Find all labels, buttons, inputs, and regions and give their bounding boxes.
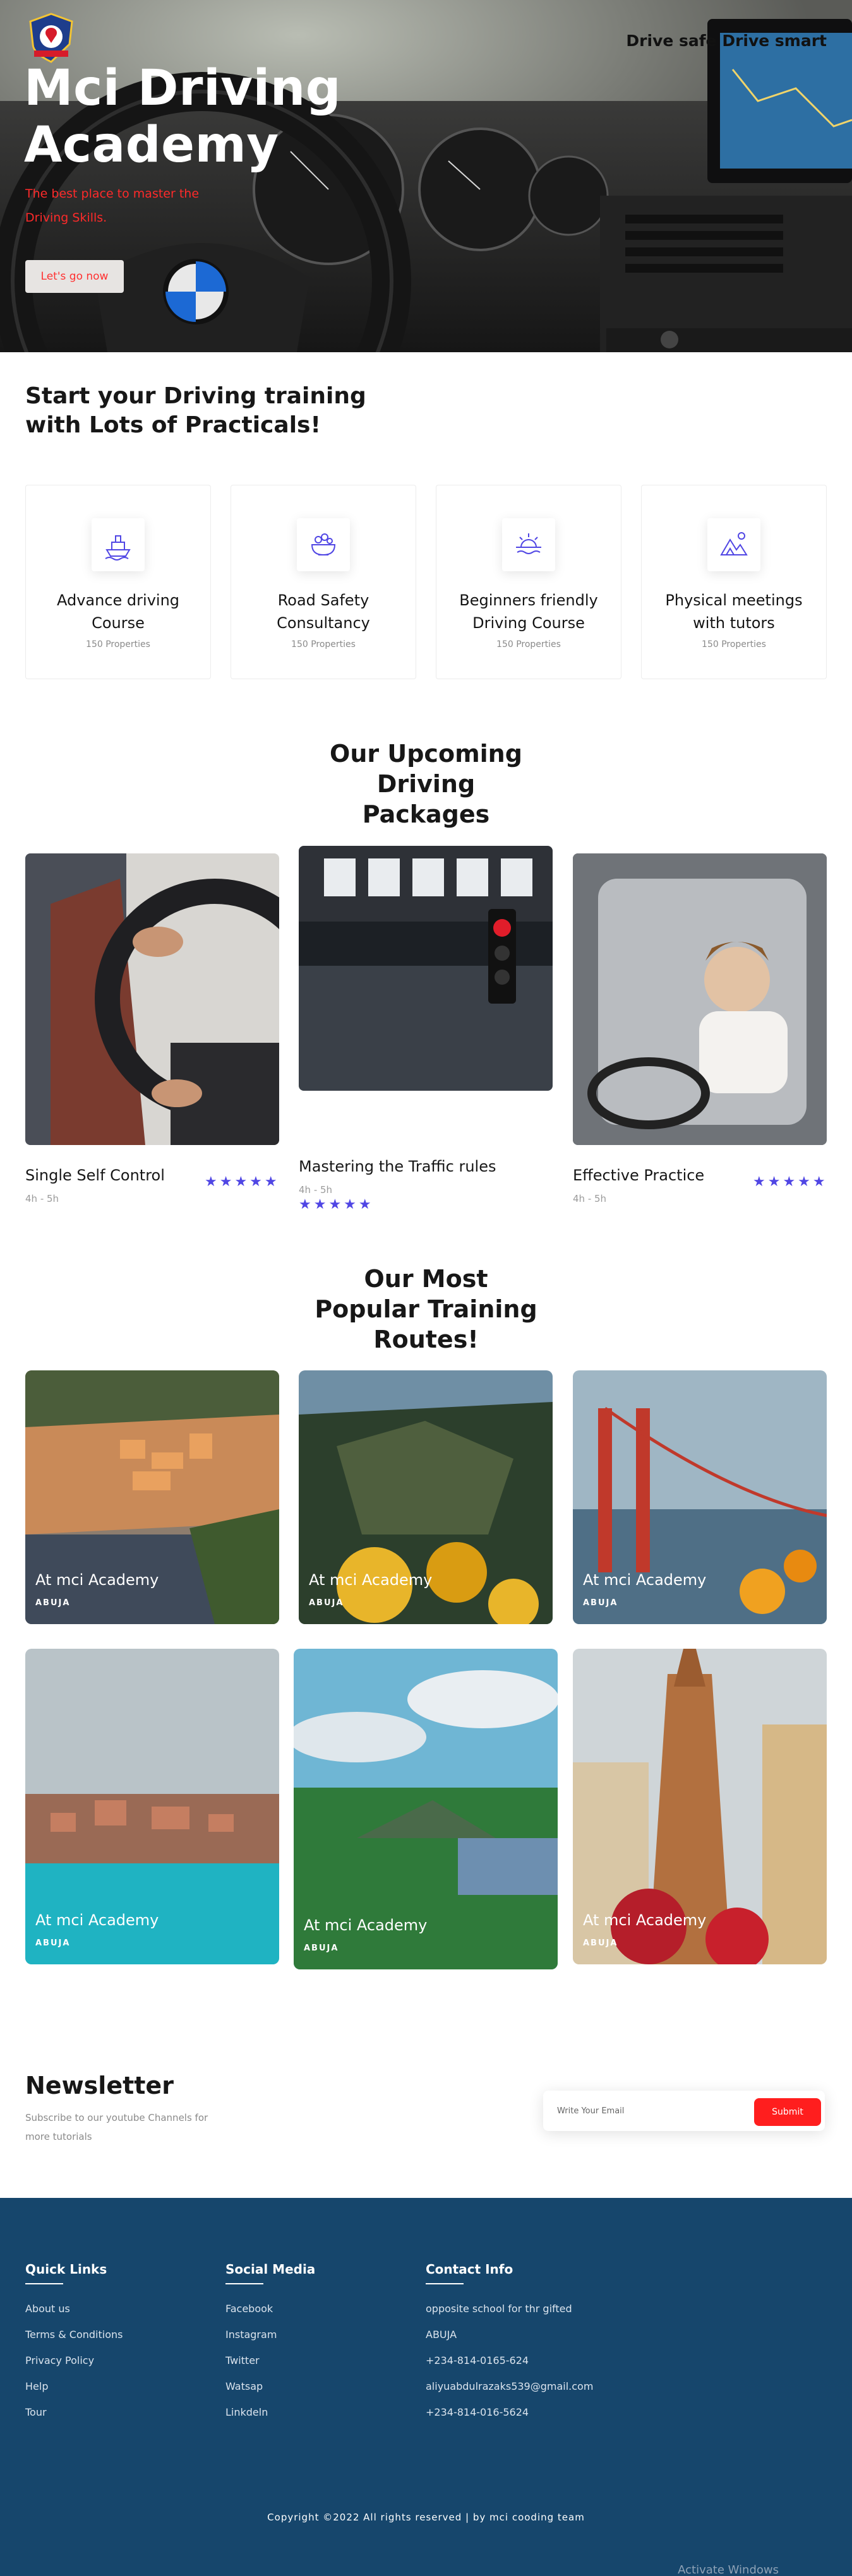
route-title: At mci Academy <box>35 1571 159 1589</box>
rating-stars: ★★★★★ <box>753 1174 828 1190</box>
footer-contact-info: Contact Info opposite school for thr gif… <box>426 2262 593 2425</box>
newsletter-form: Submit <box>543 2091 825 2131</box>
package-duration: 4h - 5h <box>25 1193 59 1204</box>
service-title: Physical meetings with tutors <box>665 591 803 632</box>
footer-link-about[interactable]: About us <box>25 2296 123 2322</box>
email-input[interactable] <box>557 2099 740 2122</box>
footer-heading: Contact Info <box>426 2262 513 2277</box>
route-title: At mci Academy <box>35 1911 159 1929</box>
package-duration: 4h - 5h <box>299 1184 333 1196</box>
hero-tagline: Drive safe Drive smart <box>626 32 827 50</box>
ship-icon <box>92 518 145 571</box>
route-location: ABUJA <box>304 1944 339 1953</box>
route-title: At mci Academy <box>583 1571 707 1589</box>
service-card-physical-meetings[interactable]: Physical meetings with tutors 150 Proper… <box>641 485 827 679</box>
package-image-effective-practice[interactable] <box>573 853 827 1145</box>
service-title: Road Safety Consultancy <box>277 591 370 632</box>
footer-quick-links: Quick Links About us Terms & Conditions … <box>25 2262 123 2425</box>
service-title: Advance driving Course <box>56 591 180 632</box>
package-name: Single Self Control <box>25 1166 165 1184</box>
mountain-icon <box>707 518 760 571</box>
lets-go-button[interactable]: Let's go now <box>25 260 124 293</box>
route-location: ABUJA <box>583 1598 618 1608</box>
package-name: Effective Practice <box>573 1166 705 1184</box>
contact-phone[interactable]: +234-814-0165-624 <box>426 2347 593 2373</box>
newsletter-title: Newsletter <box>25 2072 174 2099</box>
route-location: ABUJA <box>309 1598 344 1608</box>
route-title: At mci Academy <box>309 1571 433 1589</box>
contact-email[interactable]: aliyuabdulrazaks539@gmail.com <box>426 2373 593 2399</box>
route-location: ABUJA <box>35 1938 71 1948</box>
footer-link-help[interactable]: Help <box>25 2373 123 2399</box>
heading-underline <box>426 2283 464 2284</box>
copyright-text: Copyright ©2022 All rights reserved | by… <box>267 2512 585 2523</box>
service-sub: 150 Properties <box>291 639 356 650</box>
footer-link-terms[interactable]: Terms & Conditions <box>25 2322 123 2347</box>
service-card-beginners[interactable]: Beginners friendly Driving Course 150 Pr… <box>436 485 621 679</box>
footer-heading: Social Media <box>225 2262 316 2277</box>
route-title: At mci Academy <box>304 1916 428 1934</box>
route-card[interactable]: At mci Academy ABUJA <box>573 1649 827 1964</box>
footer-link-twitter[interactable]: Twitter <box>225 2347 315 2373</box>
route-card[interactable]: At mci Academy ABUJA <box>294 1649 558 1969</box>
footer-link-privacy[interactable]: Privacy Policy <box>25 2347 123 2373</box>
service-title: Beginners friendly Driving Course <box>459 591 598 632</box>
route-card[interactable]: At mci Academy ABUJA <box>25 1649 279 1964</box>
service-sub: 150 Properties <box>496 639 561 650</box>
sunrise-icon <box>502 518 555 571</box>
route-card[interactable]: At mci Academy ABUJA <box>25 1370 279 1624</box>
contact-phone-alt[interactable]: +234-814-016-5624 <box>426 2399 593 2425</box>
hero-title: Mci Driving Academy <box>24 60 342 174</box>
footer-link-tour[interactable]: Tour <box>25 2399 123 2425</box>
package-image-traffic-rules[interactable] <box>299 846 553 1091</box>
route-title: At mci Academy <box>583 1911 707 1929</box>
footer-link-watsap[interactable]: Watsap <box>225 2373 315 2399</box>
package-image-self-control[interactable] <box>25 853 279 1145</box>
submit-button[interactable]: Submit <box>754 2098 821 2126</box>
service-card-advance-driving[interactable]: Advance driving Course 150 Properties <box>25 485 211 679</box>
contact-city: ABUJA <box>426 2329 457 2341</box>
heading-underline <box>225 2283 263 2284</box>
contact-address: opposite school for thr gifted <box>426 2303 572 2315</box>
service-sub: 150 Properties <box>86 639 150 650</box>
route-card[interactable]: At mci Academy ABUJA <box>573 1370 827 1624</box>
academy-crest-logo[interactable] <box>25 11 77 64</box>
rating-stars: ★★★★★ <box>299 1197 374 1213</box>
package-duration: 4h - 5h <box>573 1193 607 1204</box>
newsletter-subtitle: Subscribe to our youtube Channels for mo… <box>25 2112 208 2142</box>
routes-title-text: Our Most Popular Training Routes! <box>315 1265 537 1353</box>
service-card-road-safety[interactable]: Road Safety Consultancy 150 Properties <box>231 485 416 679</box>
package-name: Mastering the Traffic rules <box>299 1158 496 1175</box>
car-interior-image <box>0 0 852 352</box>
footer-heading: Quick Links <box>25 2262 107 2277</box>
service-sub: 150 Properties <box>702 639 766 650</box>
packages-title: Our Upcoming Driving Packages <box>0 739 852 829</box>
hero-section: Drive safe Drive smart Mci Driving Acade… <box>0 0 852 352</box>
route-card[interactable]: At mci Academy ABUJA <box>299 1370 553 1624</box>
heading-underline <box>25 2283 63 2284</box>
footer-link-instagram[interactable]: Instagram <box>225 2322 315 2347</box>
footer-link-facebook[interactable]: Facebook <box>225 2296 315 2322</box>
services-title: Start your Driving training with Lots of… <box>25 383 366 438</box>
rating-stars: ★★★★★ <box>205 1174 280 1190</box>
footer-link-linkdeln[interactable]: Linkdeln <box>225 2399 315 2425</box>
routes-title: Our Most Popular Training Routes! <box>0 1264 852 1355</box>
route-location: ABUJA <box>583 1938 618 1948</box>
os-activation-watermark: Activate Windows <box>678 2563 779 2576</box>
packages-title-text: Our Upcoming Driving Packages <box>330 740 522 828</box>
footer-social-media: Social Media Facebook Instagram Twitter … <box>225 2262 315 2425</box>
hero-subtitle: The best place to master the Driving Ski… <box>25 187 200 225</box>
food-bowl-icon <box>297 518 350 571</box>
route-location: ABUJA <box>35 1598 71 1608</box>
